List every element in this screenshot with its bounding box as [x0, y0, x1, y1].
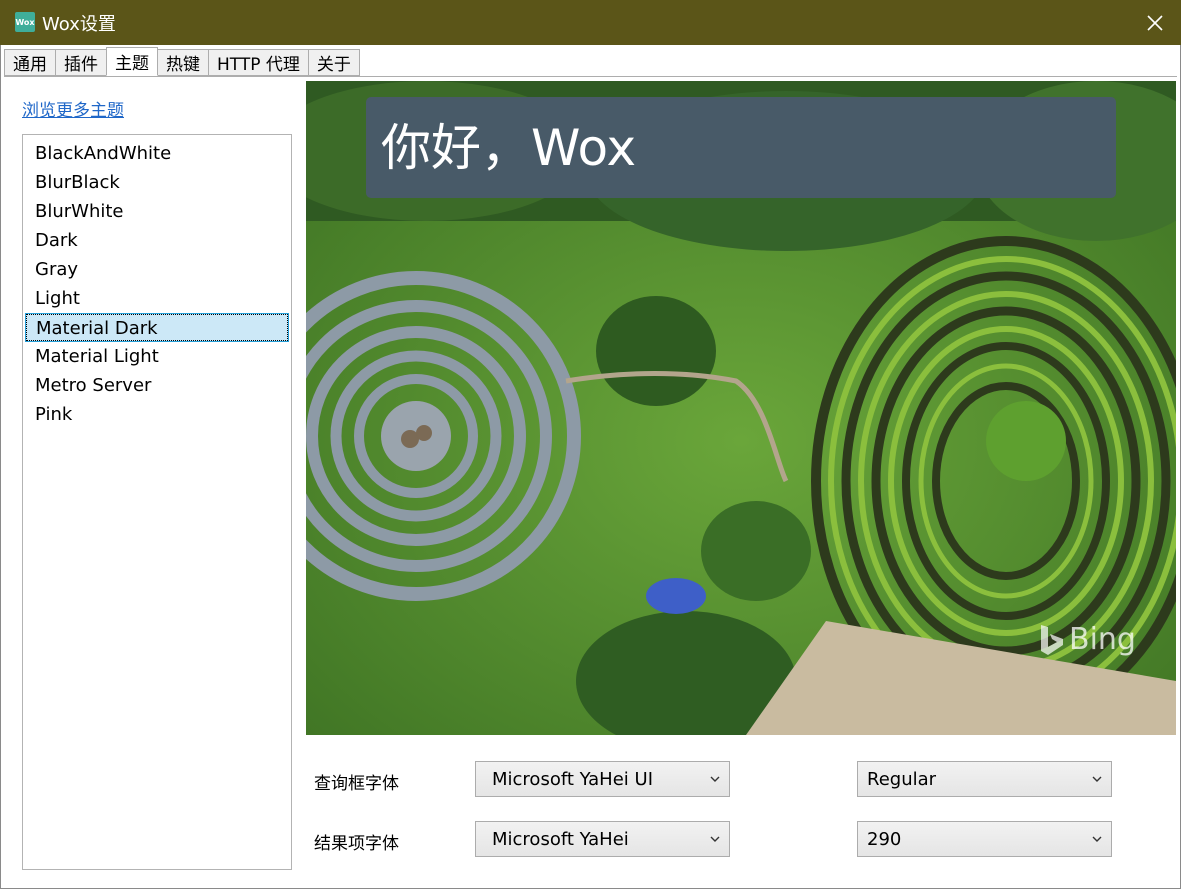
query-font-label: 查询框字体	[314, 774, 399, 794]
wox-app-icon: Wox	[15, 12, 35, 32]
window-title: Wox设置	[42, 14, 116, 35]
browse-more-themes-link[interactable]: 浏览更多主题	[22, 96, 124, 121]
close-icon	[1147, 14, 1163, 31]
list-item-theme-selected[interactable]: Material Dark	[25, 313, 289, 342]
list-item-theme[interactable]: Material Light	[25, 342, 289, 371]
list-item-theme[interactable]: Dark	[25, 226, 289, 255]
tab-http-proxy[interactable]: HTTP 代理	[208, 49, 309, 76]
bing-watermark: Bing	[1039, 622, 1136, 657]
result-font-family-select[interactable]: Microsoft YaHei	[475, 821, 730, 857]
result-font-label: 结果项字体	[314, 834, 399, 854]
query-preview-text: 你好，Wox	[381, 119, 637, 177]
title-bar: Wox Wox设置	[0, 0, 1181, 45]
chevron-down-icon	[1092, 776, 1102, 782]
list-item-theme[interactable]: BlurWhite	[25, 197, 289, 226]
list-item-theme[interactable]: Pink	[25, 400, 289, 429]
query-box-preview: 你好，Wox	[366, 97, 1116, 198]
tab-theme[interactable]: 主题	[106, 47, 158, 76]
list-item-theme[interactable]: BlackAndWhite	[25, 139, 289, 168]
theme-preview: 你好，Wox Bing	[306, 81, 1176, 735]
result-font-family-value: Microsoft YaHei	[492, 828, 629, 850]
bing-logo-icon	[1041, 624, 1063, 655]
tab-about[interactable]: 关于	[307, 49, 360, 76]
chevron-down-icon	[1092, 836, 1102, 842]
tab-general[interactable]: 通用	[4, 49, 56, 76]
list-item-theme[interactable]: Light	[25, 284, 289, 313]
query-font-style-value: Regular	[867, 768, 937, 790]
list-item-theme[interactable]: Metro Server	[25, 371, 289, 400]
chevron-down-icon	[710, 776, 720, 782]
chevron-down-icon	[710, 836, 720, 842]
bing-watermark-text: Bing	[1069, 622, 1136, 657]
query-font-family-value: Microsoft YaHei UI	[492, 768, 653, 790]
list-item-theme[interactable]: Gray	[25, 255, 289, 284]
settings-tabs: 通用 插件 主题 热键 HTTP 代理 关于	[4, 47, 360, 77]
tab-hotkey[interactable]: 热键	[157, 49, 209, 76]
result-font-weight-value: 290	[867, 828, 902, 850]
theme-list[interactable]: BlackAndWhite BlurBlack BlurWhite Dark G…	[22, 134, 292, 870]
close-button[interactable]	[1129, 0, 1181, 45]
result-font-weight-select[interactable]: 290	[857, 821, 1112, 857]
query-font-style-select[interactable]: Regular	[857, 761, 1112, 797]
query-font-family-select[interactable]: Microsoft YaHei UI	[475, 761, 730, 797]
list-item-theme[interactable]: BlurBlack	[25, 168, 289, 197]
tab-plugins[interactable]: 插件	[55, 49, 107, 76]
